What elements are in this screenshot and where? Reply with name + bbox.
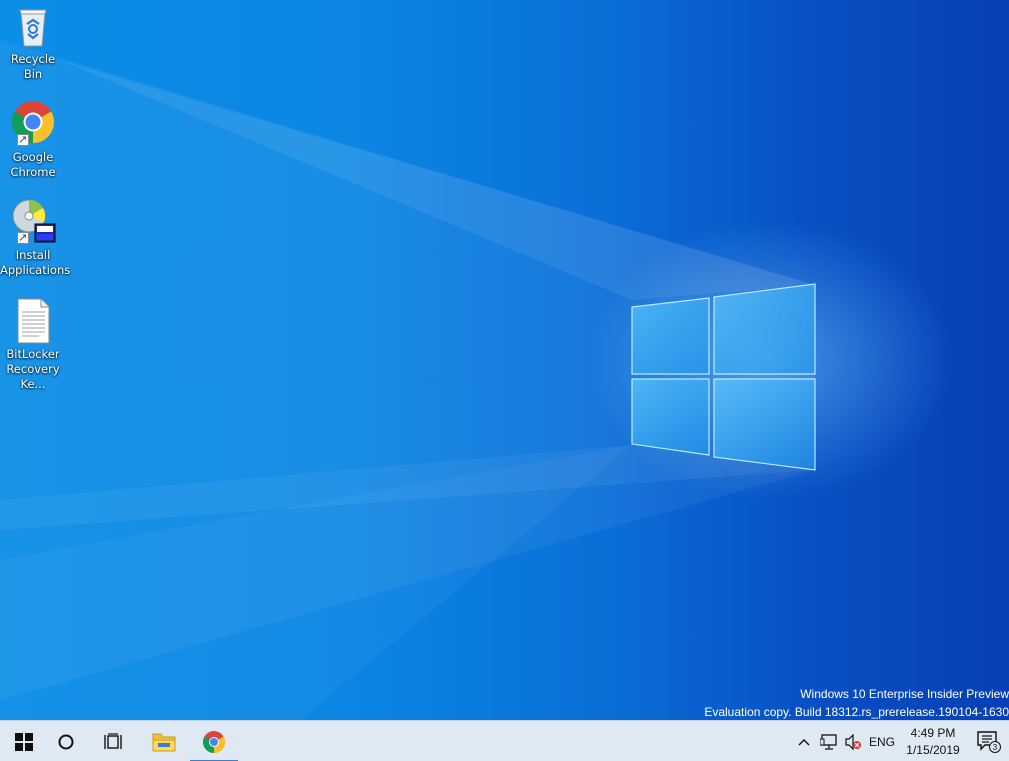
windows-logo-icon — [15, 732, 33, 751]
folder-icon — [152, 733, 176, 751]
system-tray: ENG 4:49 PM 1/15/2019 3 — [780, 721, 1009, 761]
desktop-icon-install-applications[interactable]: Install Applications — [0, 198, 71, 278]
cortana-circle-icon — [58, 734, 74, 749]
network-icon — [820, 733, 837, 750]
clock-date: 1/15/2019 — [906, 742, 960, 757]
desktop-icon-google-chrome[interactable]: Google Chrome — [0, 100, 66, 180]
desktop-icon-label: Recycle Bin — [10, 52, 56, 81]
wallpaper-light-beams — [0, 40, 816, 720]
language-indicator: ENG — [868, 734, 895, 749]
installer-icon — [9, 198, 57, 246]
notification-count-badge: 3 — [993, 743, 998, 752]
file-explorer-button[interactable] — [140, 721, 188, 761]
task-view-button[interactable] — [90, 721, 138, 761]
desktop-icon-label: BitLocker Recovery Ke... — [6, 347, 60, 391]
desktop-icon-recycle-bin[interactable]: Recycle Bin — [0, 2, 66, 82]
input-language-button[interactable]: ENG — [868, 721, 896, 761]
chrome-icon — [9, 100, 57, 148]
clock: 4:49 PM 1/15/2019 — [906, 725, 959, 759]
chrome-taskbar-button[interactable] — [190, 721, 238, 761]
watermark-build: Evaluation copy. Build 18312.rs_prerelea… — [704, 705, 1009, 719]
desktop[interactable]: Recycle Bin Google Chrome — [0, 0, 1009, 720]
shortcut-arrow-icon — [17, 230, 29, 245]
action-center-button[interactable]: 3 — [974, 721, 1004, 761]
volume-button[interactable] — [842, 721, 864, 761]
text-document-icon — [9, 297, 57, 345]
watermark-edition: Windows 10 Enterprise Insider Preview — [800, 687, 1009, 701]
search-button[interactable] — [42, 721, 90, 761]
chrome-icon — [203, 730, 225, 753]
volume-muted-icon — [845, 733, 861, 750]
desktop-icon-bitlocker-recovery-key[interactable]: BitLocker Recovery Ke... — [0, 297, 66, 392]
task-view-icon — [104, 732, 122, 749]
desktop-icon-label: Install Applications — [0, 248, 71, 277]
recycle-bin-icon — [9, 2, 57, 50]
start-button[interactable] — [0, 721, 48, 761]
network-button[interactable] — [818, 721, 840, 761]
action-center-icon: 3 — [977, 730, 1001, 753]
chevron-up-icon — [798, 738, 810, 745]
shortcut-arrow-icon — [17, 132, 29, 147]
clock-button[interactable]: 4:49 PM 1/15/2019 — [900, 721, 966, 761]
show-hidden-icons-button[interactable] — [794, 721, 814, 761]
windows-logo-wallpaper-icon — [631, 283, 816, 471]
taskbar: ENG 4:49 PM 1/15/2019 3 — [0, 720, 1009, 761]
evaluation-watermark: Windows 10 Enterprise Insider Preview Ev… — [704, 685, 1009, 720]
desktop-icon-label: Google Chrome — [10, 150, 56, 179]
clock-time: 4:49 PM — [910, 725, 956, 740]
